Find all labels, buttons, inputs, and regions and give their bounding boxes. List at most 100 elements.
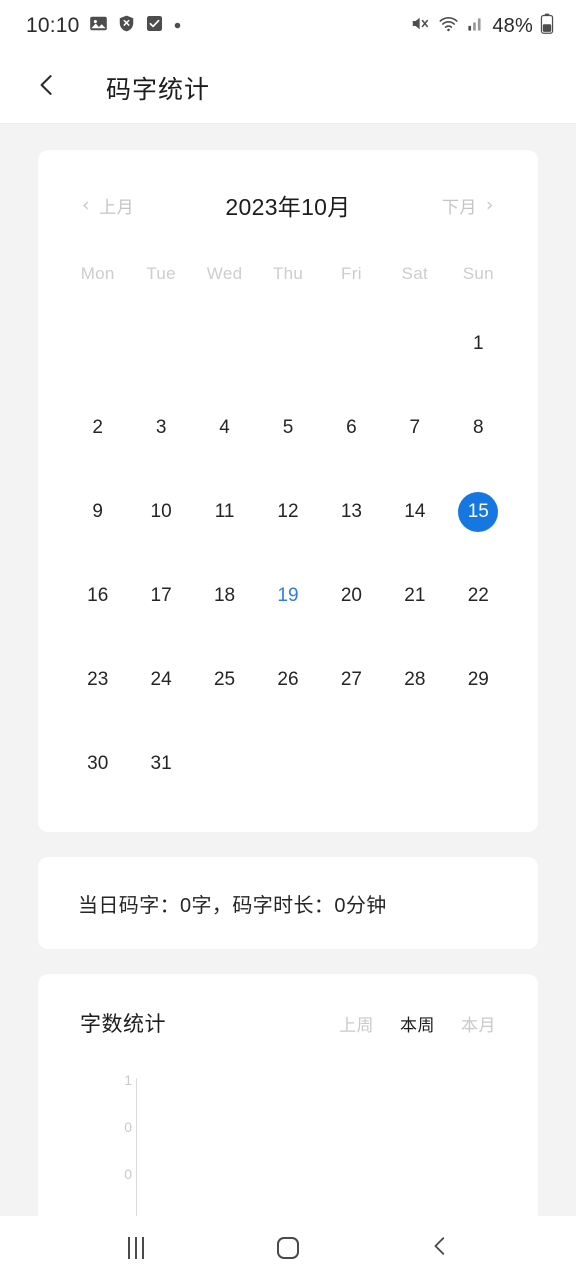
recents-icon (128, 1237, 144, 1259)
calendar-day-19[interactable]: 19 (256, 554, 319, 638)
word-count-chart-card: 字数统计 上周 本周 本月 1 0 0 (38, 974, 538, 1216)
calendar-day-label: 12 (277, 501, 299, 522)
calendar-day-11[interactable]: 11 (193, 470, 256, 554)
calendar-day-2[interactable]: 2 (66, 386, 129, 470)
calendar-day-label: 27 (340, 669, 362, 690)
calendar-day-blank (193, 302, 256, 386)
calendar-day-9[interactable]: 9 (66, 470, 129, 554)
daily-summary-text: 当日码字：0字，码字时长：0分钟 (78, 894, 387, 917)
nav-home-button[interactable] (250, 1216, 326, 1280)
calendar-day-blank (383, 302, 446, 386)
home-icon (277, 1237, 299, 1259)
calendar-day-30[interactable]: 30 (66, 722, 129, 806)
calendar-day-28[interactable]: 28 (383, 638, 446, 722)
calendar-day-18[interactable]: 18 (193, 554, 256, 638)
chart-y-tick-0: 1 (124, 1072, 132, 1088)
chart-y-axis (136, 1078, 137, 1216)
calendar-day-7[interactable]: 7 (383, 386, 446, 470)
calendar-day-label: 24 (150, 669, 172, 690)
dot-icon (173, 17, 182, 35)
battery-percent-label: 48% (492, 14, 533, 37)
chevron-left-icon (34, 72, 60, 103)
calendar-day-14[interactable]: 14 (383, 470, 446, 554)
mute-icon (410, 13, 431, 39)
next-month-button[interactable]: 下月 › (442, 193, 494, 218)
calendar-day-label: 7 (409, 417, 421, 438)
chart-tab-0[interactable]: 上周 (339, 1011, 374, 1036)
calendar-day-label: 30 (87, 753, 109, 774)
calendar-day-12[interactable]: 12 (256, 470, 319, 554)
calendar-day-21[interactable]: 21 (383, 554, 446, 638)
calendar-day-label: 29 (467, 669, 489, 690)
calendar-day-blank (129, 302, 192, 386)
wifi-icon (438, 13, 459, 39)
back-button[interactable] (24, 65, 70, 111)
calendar-day-label: 26 (277, 669, 299, 690)
chart-y-tick-1: 0 (124, 1119, 132, 1135)
calendar-day-20[interactable]: 20 (320, 554, 383, 638)
calendar-day-label: 15 (458, 492, 499, 532)
chart-tab-2[interactable]: 本月 (461, 1011, 496, 1036)
chart-header: 字数统计 上周 本周 本月 (38, 1008, 538, 1038)
calendar-day-5[interactable]: 5 (256, 386, 319, 470)
calendar-day-26[interactable]: 26 (256, 638, 319, 722)
weekday-label-mon: Mon (80, 264, 115, 283)
calendar-day-13[interactable]: 13 (320, 470, 383, 554)
daily-summary-card: 当日码字：0字，码字时长：0分钟 (38, 857, 538, 949)
weekday-label-wed: Wed (206, 264, 243, 283)
calendar-day-label: 23 (87, 669, 109, 690)
calendar-day-label: 18 (213, 585, 236, 606)
calendar-day-label: 2 (92, 417, 103, 438)
calendar-day-27[interactable]: 27 (320, 638, 383, 722)
chart-y-tick-2: 0 (124, 1166, 132, 1182)
chart-tab-1[interactable]: 本周 (400, 1011, 435, 1036)
calendar-day-label: 4 (219, 417, 230, 438)
chevron-right-icon: › (485, 193, 494, 216)
calendar-day-29[interactable]: 29 (447, 638, 510, 722)
calendar-day-10[interactable]: 10 (129, 470, 192, 554)
calendar-day-label: 5 (282, 417, 294, 438)
calendar-day-label: 14 (404, 501, 426, 522)
calendar-day-15[interactable]: 15 (447, 470, 510, 554)
calendar-day-label: 28 (404, 669, 426, 690)
calendar-day-label: 17 (150, 585, 172, 606)
calendar-day-4[interactable]: 4 (193, 386, 256, 470)
calendar-day-22[interactable]: 22 (447, 554, 510, 638)
calendar-day-label: 21 (404, 585, 426, 606)
weekday-label-sun: Sun (462, 264, 494, 283)
prev-month-label: 上月 (99, 197, 135, 217)
calendar-day-17[interactable]: 17 (129, 554, 192, 638)
shield-off-icon (117, 14, 136, 38)
calendar-day-label: 20 (340, 585, 362, 606)
status-bar-left: 10:10 (26, 14, 182, 38)
scroll-content: ‹ 上月 2023年10月 下月 › Mon Tue Wed Thu Fri Sat Sun… (0, 125, 576, 1216)
current-month-label: 2023年10月 (225, 194, 351, 220)
nav-back-button[interactable] (402, 1216, 478, 1280)
calendar-day-1[interactable]: 1 (447, 302, 510, 386)
calendar-day-label: 3 (155, 417, 167, 438)
calendar-day-grid: 1 2 3 4 5 6 7 8 9 10 11 12 13 14 15 16 17 18 19 20 21 22 23 24 2… (38, 302, 538, 806)
calendar-day-blank (66, 302, 129, 386)
signal-icon (466, 14, 485, 38)
calendar-day-31[interactable]: 31 (129, 722, 192, 806)
calendar-day-8[interactable]: 8 (447, 386, 510, 470)
weekday-label-tue: Tue (146, 264, 176, 283)
calendar-day-blank (320, 302, 383, 386)
calendar-nav: ‹ 上月 2023年10月 下月 › (38, 150, 538, 222)
calendar-day-label: 11 (214, 501, 235, 522)
status-clock: 10:10 (26, 14, 80, 37)
calendar-day-3[interactable]: 3 (129, 386, 192, 470)
nav-recents-button[interactable] (98, 1216, 174, 1280)
weekday-label-fri: Fri (341, 264, 362, 283)
calendar-day-16[interactable]: 16 (66, 554, 129, 638)
calendar-day-24[interactable]: 24 (129, 638, 192, 722)
calendar-day-blank (256, 302, 319, 386)
calendar-day-23[interactable]: 23 (66, 638, 129, 722)
calendar-day-6[interactable]: 6 (320, 386, 383, 470)
app-header: 码字统计 (0, 52, 576, 124)
next-month-label: 下月 (441, 197, 477, 217)
prev-month-button[interactable]: ‹ 上月 (82, 193, 134, 218)
calendar-day-25[interactable]: 25 (193, 638, 256, 722)
calendar-day-label: 9 (92, 501, 103, 522)
status-bar: 10:10 48% (0, 0, 576, 52)
